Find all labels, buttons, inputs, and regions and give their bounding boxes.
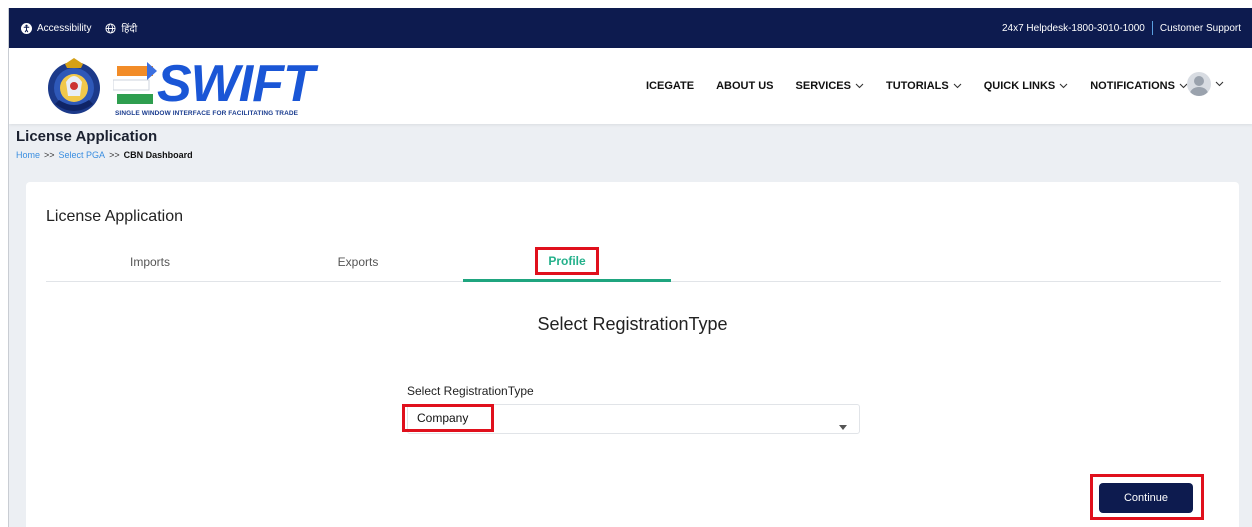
swift-tagline: SINGLE WINDOW INTERFACE FOR FACILITATING… bbox=[115, 110, 299, 117]
accessibility-icon bbox=[21, 22, 32, 34]
breadcrumb-separator: >> bbox=[109, 150, 120, 160]
nav-item-quick-links[interactable]: QUICK LINKS bbox=[984, 80, 1069, 92]
continue-button[interactable]: Continue bbox=[1099, 483, 1193, 513]
app-frame: Accessibility हिंदी 24x7 Helpdesk-1800-3… bbox=[8, 8, 1252, 527]
select-value: Company bbox=[402, 404, 494, 432]
language-label: हिंदी bbox=[121, 24, 138, 35]
swift-logo[interactable]: SWIFT SINGLE WINDOW INTERFACE FOR FACILI… bbox=[113, 55, 333, 118]
nav-item-tutorials[interactable]: TUTORIALS bbox=[886, 80, 962, 92]
accessibility-link[interactable]: Accessibility bbox=[21, 22, 92, 34]
user-menu[interactable] bbox=[1187, 72, 1224, 96]
nav-label: ICEGATE bbox=[646, 80, 695, 92]
nav-label: NOTIFICATIONS bbox=[1090, 80, 1175, 92]
chevron-down-icon bbox=[1215, 81, 1224, 87]
national-emblem-logo bbox=[45, 56, 103, 116]
customer-support-link[interactable]: Customer Support bbox=[1160, 23, 1241, 34]
tab-label: Profile bbox=[535, 246, 599, 275]
registration-type-label: Select RegistrationType bbox=[407, 384, 534, 398]
breadcrumb-home[interactable]: Home bbox=[16, 150, 40, 160]
nav-label: SERVICES bbox=[795, 80, 851, 92]
section-heading: Select RegistrationType bbox=[537, 314, 728, 334]
breadcrumb-separator: >> bbox=[44, 150, 55, 160]
license-application-card: License Application Imports Exports Prof… bbox=[26, 182, 1239, 527]
nav-item-services[interactable]: SERVICES bbox=[796, 80, 864, 92]
caret-down-icon bbox=[839, 417, 847, 435]
tab-bar: Imports Exports Profile bbox=[46, 242, 1221, 282]
swift-wordmark: SWIFT bbox=[157, 55, 315, 113]
helpdesk-text: 24x7 Helpdesk-1800-3010-1000 bbox=[1001, 22, 1145, 34]
nav-label: ABOUT US bbox=[716, 80, 774, 92]
chevron-down-icon bbox=[953, 83, 962, 89]
registration-type-select[interactable]: Company bbox=[402, 404, 860, 435]
top-utility-bar: Accessibility हिंदी 24x7 Helpdesk-1800-3… bbox=[9, 8, 1252, 48]
breadcrumb-select-pga[interactable]: Select PGA bbox=[59, 150, 106, 160]
topbar-divider bbox=[1151, 21, 1153, 35]
language-toggle[interactable]: हिंदी bbox=[105, 21, 137, 35]
tab-label: Imports bbox=[129, 255, 170, 269]
nav-item-about-us[interactable]: ABOUT US bbox=[716, 80, 773, 92]
main-header: SWIFT SINGLE WINDOW INTERFACE FOR FACILI… bbox=[9, 48, 1252, 124]
nav-label: QUICK LINKS bbox=[983, 80, 1056, 92]
breadcrumb-current: CBN Dashboard bbox=[123, 150, 193, 160]
tab-profile[interactable]: Profile bbox=[463, 242, 671, 282]
card-title: License Application bbox=[46, 208, 183, 225]
nav-item-icegate[interactable]: ICEGATE bbox=[646, 80, 694, 92]
page-title: License Application bbox=[16, 128, 158, 145]
nav-label: TUTORIALS bbox=[885, 80, 949, 92]
globe-icon bbox=[105, 22, 117, 34]
tab-label: Exports bbox=[337, 255, 379, 269]
tab-exports[interactable]: Exports bbox=[254, 242, 462, 282]
nav-item-notifications[interactable]: NOTIFICATIONS bbox=[1090, 80, 1188, 92]
breadcrumb: Home >> Select PGA >> CBN Dashboard bbox=[16, 150, 193, 160]
chevron-down-icon bbox=[855, 83, 864, 89]
avatar bbox=[1187, 72, 1211, 96]
main-nav: ICEGATE ABOUT US SERVICES TUTORIALS QUIC… bbox=[646, 48, 1210, 124]
chevron-down-icon bbox=[1059, 83, 1068, 89]
accessibility-label: Accessibility bbox=[37, 22, 92, 34]
tab-imports[interactable]: Imports bbox=[46, 242, 254, 282]
